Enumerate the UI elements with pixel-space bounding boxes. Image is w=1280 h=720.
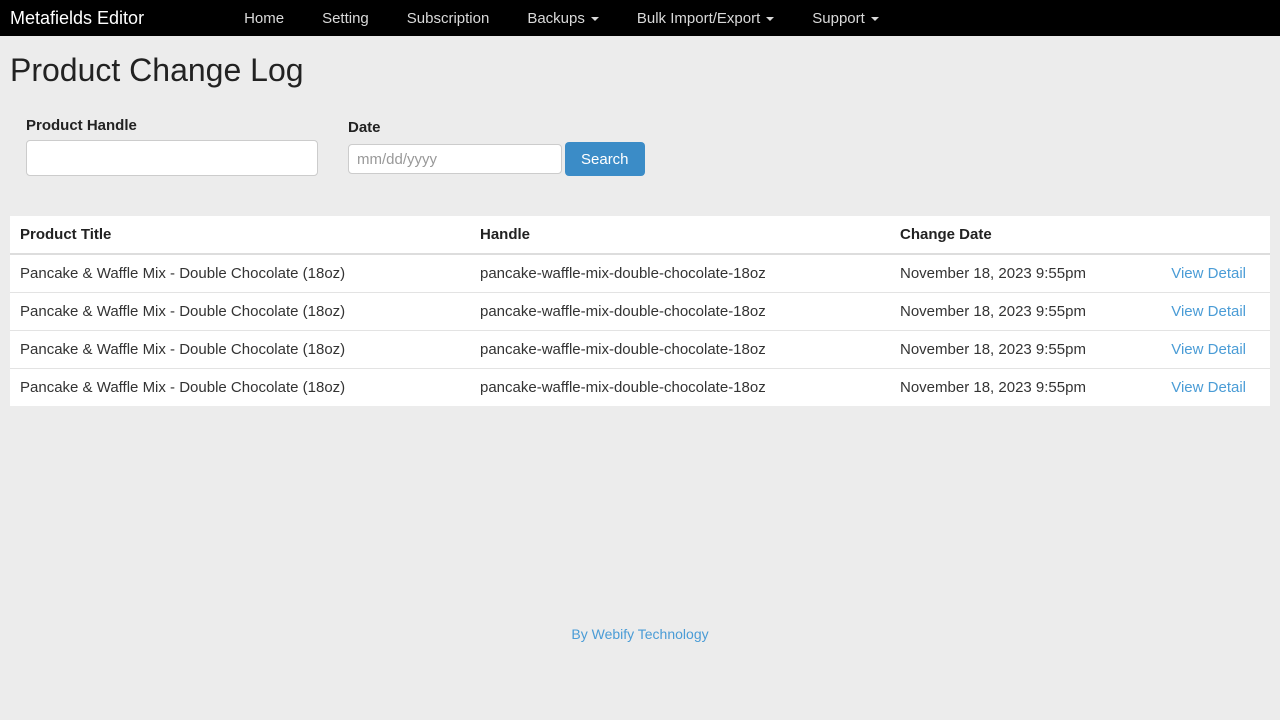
nav-label: Home <box>244 10 284 27</box>
cell-change-date: November 18, 2023 9:55pm <box>890 254 1160 293</box>
footer-link[interactable]: By Webify Technology <box>571 626 708 642</box>
view-detail-link[interactable]: View Detail <box>1171 341 1246 358</box>
th-product-title: Product Title <box>10 216 470 254</box>
change-log-table: Product Title Handle Change Date Pancake… <box>10 216 1270 406</box>
view-detail-link[interactable]: View Detail <box>1171 303 1246 320</box>
cell-handle: pancake-waffle-mix-double-chocolate-18oz <box>470 369 890 407</box>
product-handle-label: Product Handle <box>26 117 318 134</box>
cell-product-title: Pancake & Waffle Mix - Double Chocolate … <box>10 254 470 293</box>
cell-action: View Detail <box>1160 369 1270 407</box>
navbar-brand[interactable]: Metafields Editor <box>10 8 144 29</box>
view-detail-link[interactable]: View Detail <box>1171 379 1246 396</box>
table-row: Pancake & Waffle Mix - Double Chocolate … <box>10 293 1270 331</box>
search-button[interactable]: Search <box>565 142 645 176</box>
table-row: Pancake & Waffle Mix - Double Chocolate … <box>10 331 1270 369</box>
nav-setting[interactable]: Setting <box>322 10 369 27</box>
table-row: Pancake & Waffle Mix - Double Chocolate … <box>10 369 1270 407</box>
cell-change-date: November 18, 2023 9:55pm <box>890 331 1160 369</box>
product-handle-group: Product Handle <box>26 117 318 176</box>
nav-bulk-import-export[interactable]: Bulk Import/Export <box>637 10 774 27</box>
view-detail-link[interactable]: View Detail <box>1171 265 1246 282</box>
cell-product-title: Pancake & Waffle Mix - Double Chocolate … <box>10 369 470 407</box>
nav-label: Setting <box>322 10 369 27</box>
nav-label: Backups <box>527 10 585 27</box>
nav-label: Support <box>812 10 865 27</box>
cell-action: View Detail <box>1160 254 1270 293</box>
chevron-down-icon <box>871 17 879 21</box>
date-group: Date Search <box>348 119 645 176</box>
date-label: Date <box>348 119 645 136</box>
navbar: Metafields Editor Home Setting Subscript… <box>0 0 1280 36</box>
main-container: Product Change Log Product Handle Date S… <box>0 36 1280 416</box>
cell-action: View Detail <box>1160 331 1270 369</box>
nav-label: Subscription <box>407 10 490 27</box>
nav-backups[interactable]: Backups <box>527 10 599 27</box>
cell-product-title: Pancake & Waffle Mix - Double Chocolate … <box>10 293 470 331</box>
product-handle-input[interactable] <box>26 140 318 176</box>
cell-handle: pancake-waffle-mix-double-chocolate-18oz <box>470 293 890 331</box>
page-title: Product Change Log <box>10 52 1270 89</box>
date-input[interactable] <box>348 144 562 174</box>
table-row: Pancake & Waffle Mix - Double Chocolate … <box>10 254 1270 293</box>
nav-label: Bulk Import/Export <box>637 10 760 27</box>
navbar-nav: Home Setting Subscription Backups Bulk I… <box>244 10 879 27</box>
cell-change-date: November 18, 2023 9:55pm <box>890 369 1160 407</box>
cell-change-date: November 18, 2023 9:55pm <box>890 293 1160 331</box>
nav-support[interactable]: Support <box>812 10 879 27</box>
date-search-row: Search <box>348 142 645 176</box>
th-change-date: Change Date <box>890 216 1160 254</box>
cell-product-title: Pancake & Waffle Mix - Double Chocolate … <box>10 331 470 369</box>
footer: By Webify Technology <box>0 616 1280 653</box>
th-action <box>1160 216 1270 254</box>
chevron-down-icon <box>766 17 774 21</box>
nav-subscription[interactable]: Subscription <box>407 10 490 27</box>
chevron-down-icon <box>591 17 599 21</box>
cell-action: View Detail <box>1160 293 1270 331</box>
cell-handle: pancake-waffle-mix-double-chocolate-18oz <box>470 254 890 293</box>
th-handle: Handle <box>470 216 890 254</box>
nav-home[interactable]: Home <box>244 10 284 27</box>
search-form: Product Handle Date Search <box>10 117 1270 176</box>
cell-handle: pancake-waffle-mix-double-chocolate-18oz <box>470 331 890 369</box>
